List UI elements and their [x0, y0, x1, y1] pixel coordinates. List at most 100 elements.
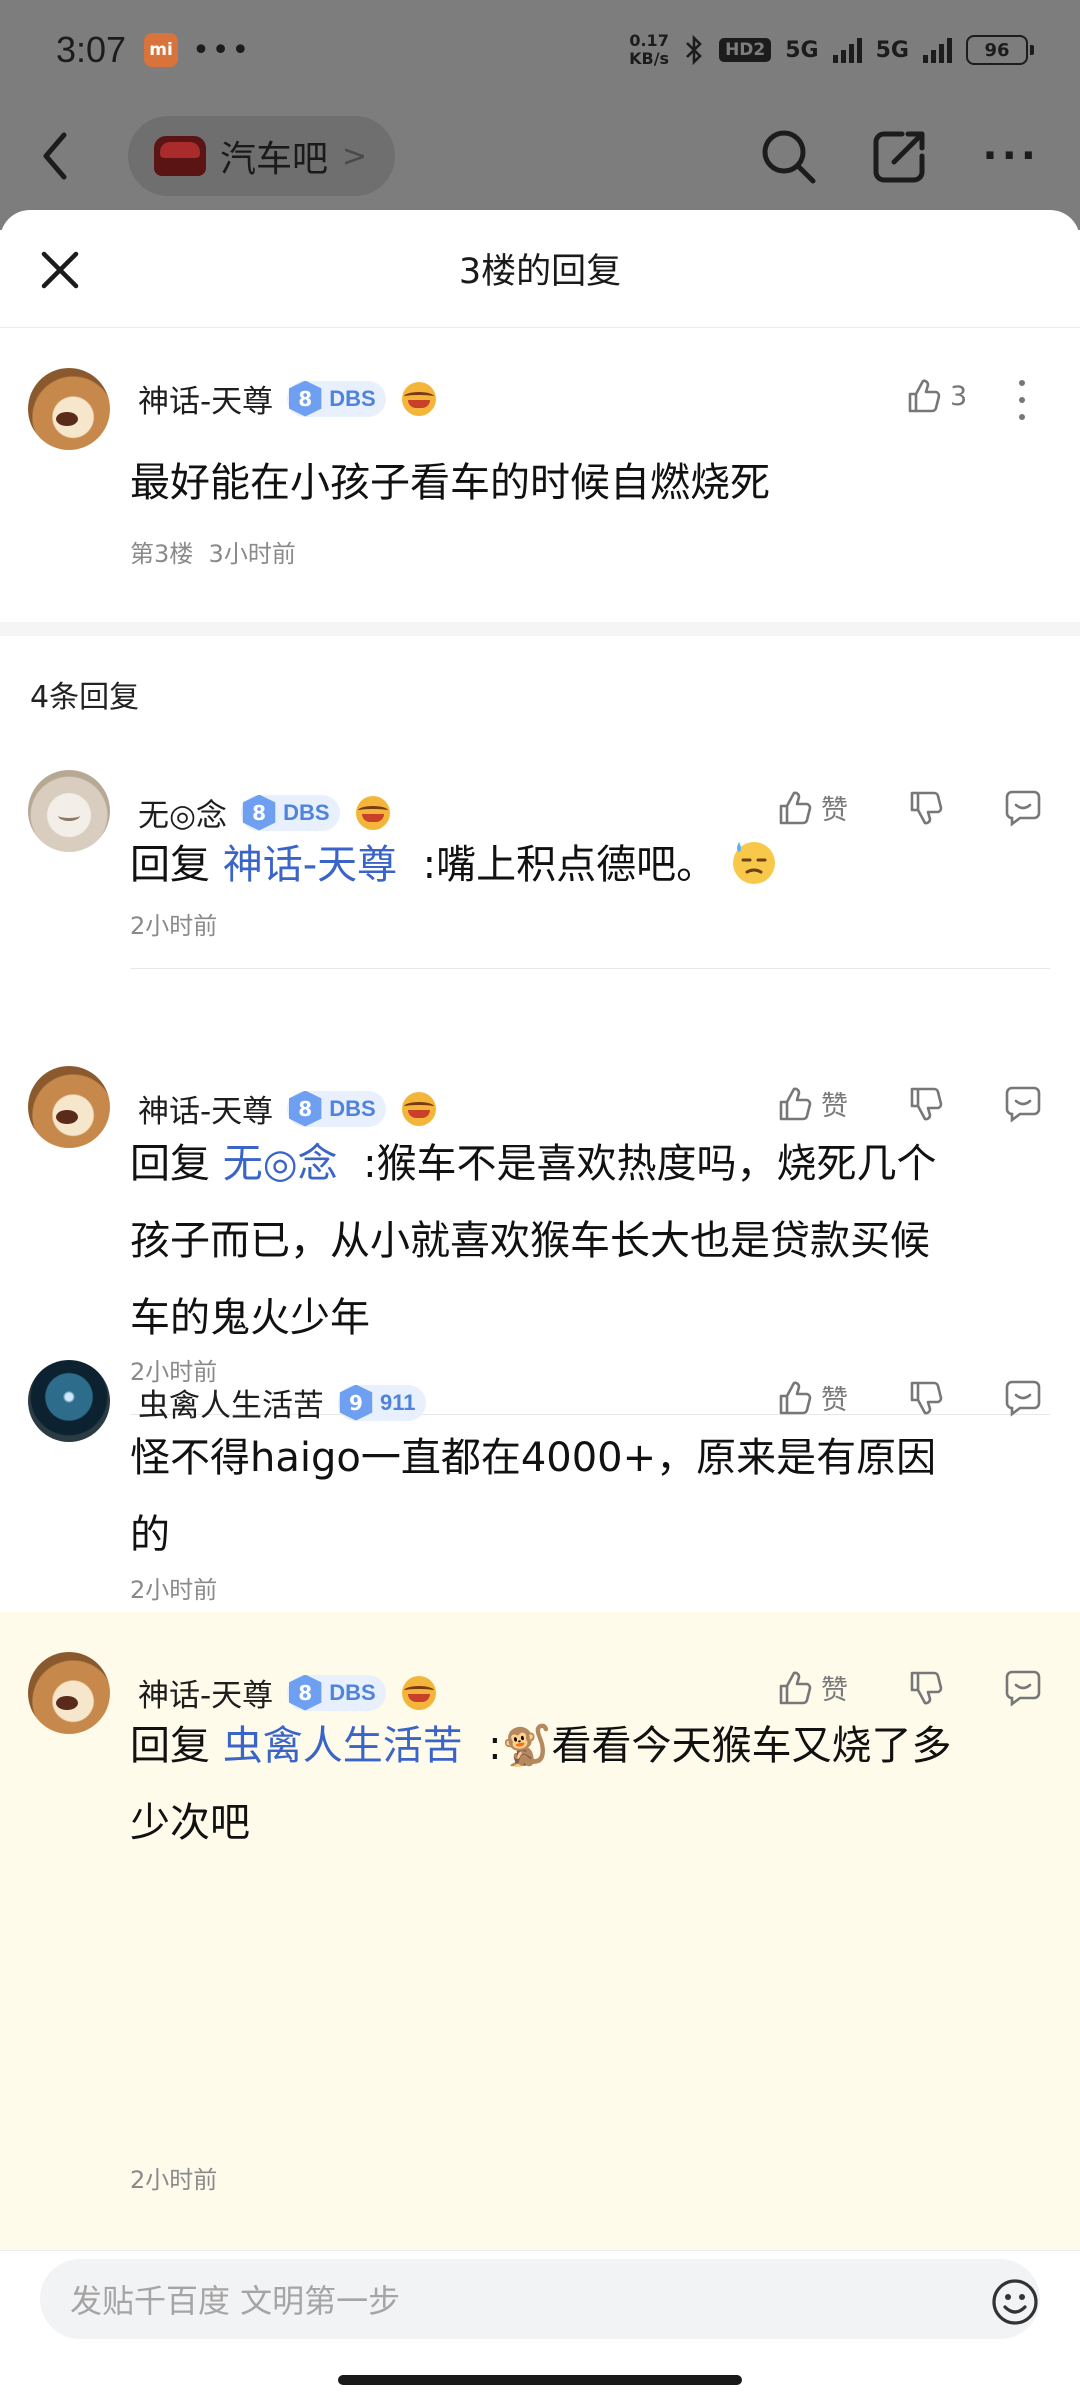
sheet-header: 3楼的回复	[0, 210, 1080, 328]
monkey-emoji: 🐒	[501, 1723, 552, 1769]
signal-icon-2	[923, 37, 952, 63]
net-speed: 0.17 KB/s	[629, 31, 670, 68]
comment-meta: 第3楼 3小时前	[130, 534, 296, 569]
thumbs-up-icon	[908, 379, 941, 413]
forum-pill[interactable]: 汽车吧 >	[128, 116, 396, 196]
thumbs-down-icon[interactable]	[908, 1086, 944, 1122]
emoji-icon[interactable]	[990, 2277, 1040, 2327]
divider	[130, 968, 1050, 969]
more-vertical-icon[interactable]	[1017, 380, 1027, 420]
like-button[interactable]: 赞	[777, 1668, 848, 1707]
username[interactable]: 神话-天尊	[138, 376, 273, 421]
signal-icon-1	[832, 37, 862, 63]
user-row: 虫禽人生活苦 9 911	[138, 1380, 426, 1425]
crying-face-icon	[401, 1091, 436, 1126]
comment-time: 2小时前	[130, 912, 218, 940]
highlight-background: 2小时前	[0, 1854, 1080, 2250]
mention-link[interactable]: 神话-天尊	[223, 842, 397, 888]
avatar[interactable]	[28, 770, 110, 852]
status-time: 3:07	[56, 29, 127, 70]
mention-link[interactable]: 虫禽人生活苦	[223, 1723, 463, 1769]
crying-face-icon	[355, 795, 390, 830]
main-comment: 神话-天尊 8 DBS 3 最好能在小孩子看车的时候自燃烧死 第3楼 3小时前	[0, 328, 1080, 748]
reply-actions: 赞	[777, 1668, 1042, 1707]
battery-indicator: 96	[966, 35, 1034, 65]
username[interactable]: 无◎念	[138, 790, 227, 835]
thumbs-up-icon	[779, 1671, 812, 1704]
level-badge: 8 DBS	[241, 794, 340, 831]
forum-name: 汽车吧	[220, 139, 329, 180]
chevron-right-icon: >	[342, 138, 368, 174]
comment-time: 2小时前	[130, 1576, 218, 1604]
reply-comment-icon[interactable]	[1004, 1379, 1042, 1417]
level-badge: 8 DBS	[287, 1090, 386, 1127]
level-badge: 8 DBS	[287, 380, 386, 417]
status-bar: 3:07 mi ••• 0.17 KB/s HD2 5G 5G 96	[0, 0, 1080, 100]
thumbs-down-icon[interactable]	[908, 1670, 944, 1706]
section-divider	[0, 622, 1080, 636]
reply-text: 回复 无◎念 :猴车不是喜欢热度吗，烧死几个 孩子而已，从小就喜欢猴车长大也是贷…	[130, 1141, 937, 1341]
level-badge: 9 911	[338, 1384, 426, 1421]
username[interactable]: 神话-天尊	[138, 1086, 273, 1131]
username[interactable]: 虫禽人生活苦	[138, 1380, 324, 1425]
thumbs-up-icon	[779, 1381, 812, 1414]
avatar[interactable]	[28, 1066, 110, 1148]
network-type-2: 5G	[875, 37, 909, 63]
reply-comment-icon[interactable]	[1004, 1669, 1042, 1707]
avatar[interactable]	[28, 1360, 110, 1442]
like-count: 3	[950, 380, 968, 412]
like-button[interactable]: 3	[906, 378, 967, 414]
avatar[interactable]	[28, 1652, 110, 1734]
like-button[interactable]: 赞	[777, 788, 848, 827]
list-item-highlighted: 神话-天尊 8 DBS 赞 回复 虫禽人生活苦 :🐒看看今天猴车又烧了多 少次吧	[0, 1612, 1080, 1854]
input-placeholder: 发贴千百度 文明第一步	[70, 2282, 401, 2320]
reply-actions: 赞	[777, 1084, 1042, 1123]
notification-dots-icon: •••	[192, 32, 252, 68]
reply-actions: 赞	[777, 1378, 1042, 1417]
user-row: 无◎念 8 DBS	[138, 790, 390, 835]
reply-comment-icon[interactable]	[1004, 1085, 1042, 1123]
avatar[interactable]	[28, 368, 110, 450]
hd-voice-icon: HD2	[719, 38, 772, 62]
reply-actions: 赞	[777, 788, 1042, 827]
search-icon[interactable]	[758, 126, 818, 186]
like-button[interactable]: 赞	[777, 1378, 848, 1417]
mi-app-icon: mi	[144, 33, 179, 67]
forum-logo-icon	[154, 136, 206, 176]
reply-text: 怪不得haigo一直都在4000+，原来是有原因 的	[130, 1435, 937, 1558]
user-row: 神话-天尊 8 DBS	[138, 1086, 436, 1131]
floor-number: 第3楼	[130, 540, 194, 568]
reply-text: 回复 神话-天尊 :嘴上积点德吧。	[130, 830, 779, 900]
thumbs-down-icon[interactable]	[908, 790, 944, 826]
like-button[interactable]: 赞	[777, 1084, 848, 1123]
reply-comment-icon[interactable]	[1004, 789, 1042, 827]
user-row: 神话-天尊 8 DBS	[138, 376, 436, 421]
comment-text: 最好能在小孩子看车的时候自燃烧死	[130, 460, 770, 506]
comment-time: 2小时前	[130, 2166, 218, 2194]
close-icon[interactable]	[38, 248, 82, 292]
sheet-title: 3楼的回复	[458, 252, 622, 292]
comment-input[interactable]: 发贴千百度 文明第一步	[40, 2259, 1040, 2339]
thumbs-up-icon	[779, 1087, 812, 1120]
reply-count: 4条回复	[30, 680, 140, 715]
list-item: 无◎念 8 DBS 赞 回复 神话-天尊 :嘴上积点德吧。 2小时前	[0, 770, 1080, 1060]
mention-link[interactable]: 无◎念	[223, 1141, 338, 1187]
thumbs-down-icon[interactable]	[908, 1380, 944, 1416]
back-icon[interactable]	[40, 131, 80, 181]
home-indicator[interactable]	[338, 2375, 742, 2385]
nav-actions: ···	[758, 126, 1040, 186]
comment-time: 3小时前	[208, 540, 296, 568]
crying-face-icon	[401, 381, 436, 416]
thumbs-up-icon	[779, 791, 812, 824]
network-type-1: 5G	[785, 37, 819, 63]
reply-text: 回复 虫禽人生活苦 :🐒看看今天猴车又烧了多 少次吧	[130, 1723, 952, 1846]
share-icon[interactable]	[872, 128, 928, 184]
status-right: 0.17 KB/s HD2 5G 5G 96	[629, 31, 1034, 68]
nav-bar: 汽车吧 > ···	[0, 108, 1080, 204]
crying-face-icon	[401, 1675, 436, 1710]
more-icon[interactable]: ···	[982, 133, 1040, 179]
level-badge: 8 DBS	[287, 1674, 386, 1711]
bottom-input-bar: 发贴千百度 文明第一步	[0, 2250, 1080, 2400]
bluetooth-icon	[686, 34, 702, 66]
sweat-face-emoji	[732, 842, 775, 884]
